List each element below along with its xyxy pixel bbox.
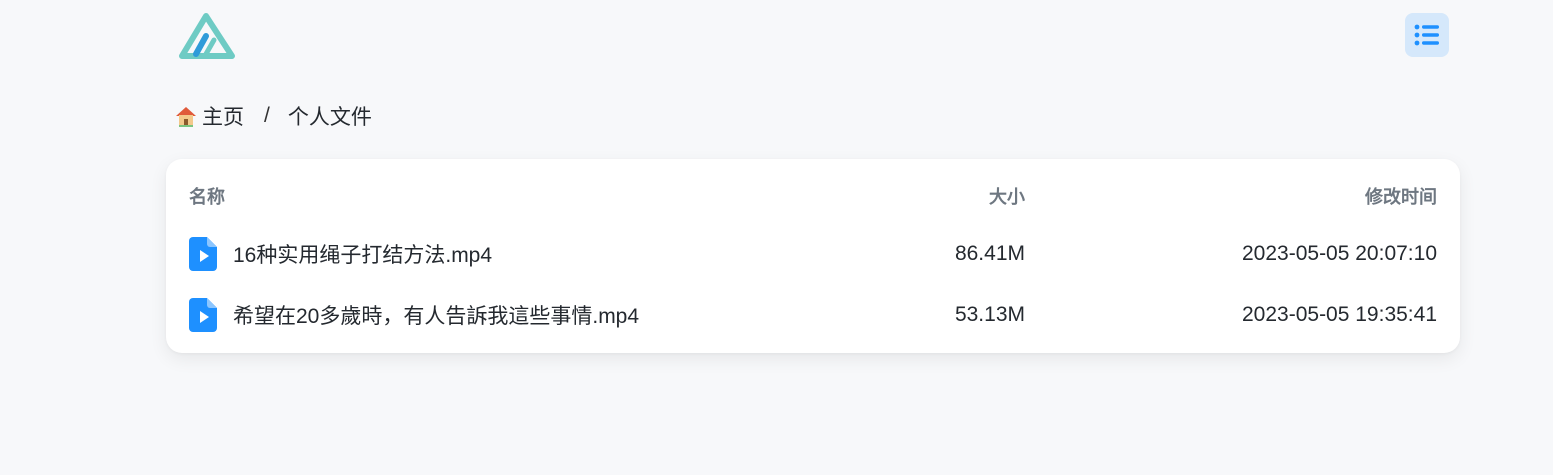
house-icon <box>176 107 196 127</box>
breadcrumb-separator: / <box>264 104 270 127</box>
file-name[interactable]: 希望在20多歲時，有人告訴我這些事情.mp4 <box>233 300 639 330</box>
file-modified-time: 2023-05-05 20:07:10 <box>1242 242 1437 265</box>
breadcrumb-home-link[interactable]: 主页 <box>202 101 244 131</box>
app-logo-icon[interactable] <box>178 10 238 62</box>
table-row[interactable]: 希望在20多歲時，有人告訴我這些事情.mp4 53.13M 2023-05-05… <box>166 286 1460 344</box>
table-header-row: 名称 大小 修改时间 <box>166 169 1460 223</box>
top-header <box>0 0 1553 80</box>
column-header-size[interactable]: 大小 <box>989 169 1025 223</box>
video-file-icon <box>189 298 217 332</box>
file-name-cell[interactable]: 希望在20多歲時，有人告訴我這些事情.mp4 <box>189 286 639 344</box>
column-header-modified[interactable]: 修改时间 <box>1365 169 1437 223</box>
file-name[interactable]: 16种实用绳子打结方法.mp4 <box>233 239 492 269</box>
file-size: 86.41M <box>954 242 1025 265</box>
file-modified-time: 2023-05-05 19:35:41 <box>1242 303 1437 326</box>
column-header-name[interactable]: 名称 <box>189 169 225 223</box>
file-name-cell[interactable]: 16种实用绳子打结方法.mp4 <box>189 225 492 283</box>
breadcrumb: 主页 / 个人文件 <box>174 100 372 132</box>
list-icon <box>1414 24 1439 46</box>
menu-button[interactable] <box>1405 13 1449 57</box>
breadcrumb-current: 个人文件 <box>287 106 372 129</box>
table-row[interactable]: 16种实用绳子打结方法.mp4 86.41M 2023-05-05 20:07:… <box>166 225 1460 283</box>
file-list-table: 名称 大小 修改时间 16种实用绳子打结方法.mp4 86.41M 2023-0… <box>166 159 1460 353</box>
video-file-icon <box>189 237 217 271</box>
file-size: 53.13M <box>954 303 1025 326</box>
